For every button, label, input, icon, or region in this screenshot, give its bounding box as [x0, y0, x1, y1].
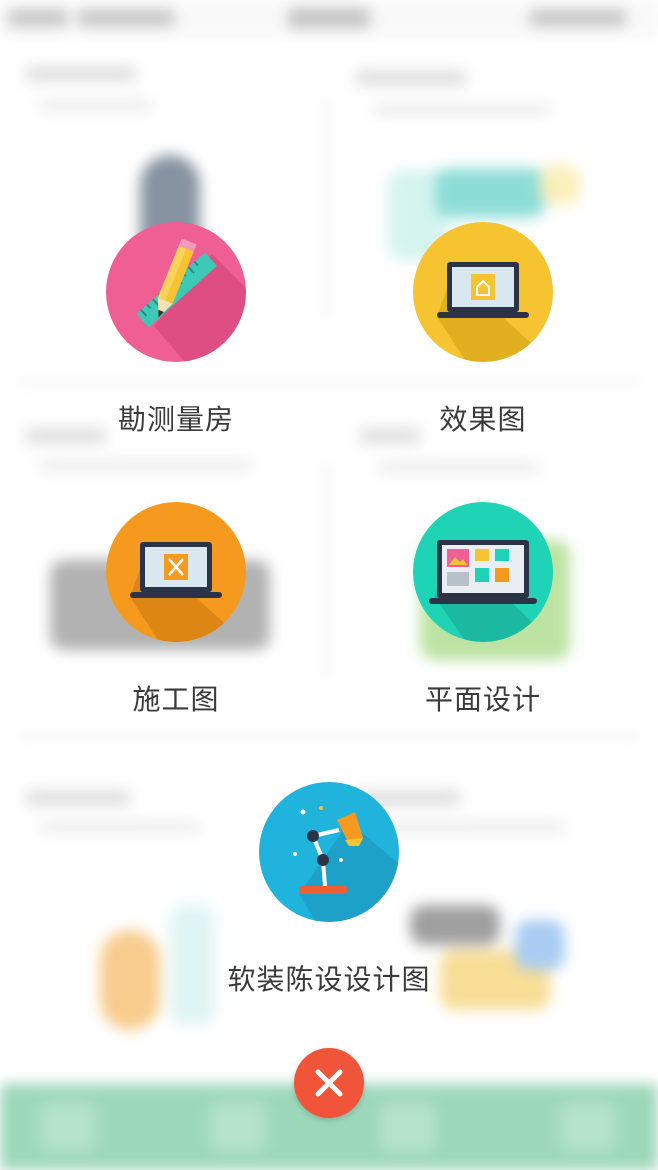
menu-item-construction[interactable]: 施工图 — [66, 502, 286, 718]
menu-item-label: 平面设计 — [424, 683, 541, 716]
close-icon — [315, 1069, 343, 1097]
desk-lamp-icon — [259, 782, 399, 922]
laptop-house-icon — [413, 222, 553, 362]
laptop-tools-icon — [106, 502, 246, 642]
menu-item-rendering[interactable]: 效果图 — [373, 222, 593, 438]
ruler-pencil-icon — [106, 222, 246, 362]
menu-item-floor-plan[interactable]: 平面设计 — [373, 502, 593, 718]
menu-item-label: 勘测量房 — [117, 403, 234, 436]
menu-item-label: 软装陈设设计图 — [227, 963, 431, 996]
menu-item-label: 施工图 — [132, 683, 220, 716]
close-button[interactable] — [294, 1048, 364, 1118]
menu-item-soft-decoration[interactable]: 软装陈设设计图 — [219, 782, 439, 998]
menu-item-survey[interactable]: 勘测量房 — [66, 222, 286, 438]
laptop-grid-icon — [413, 502, 553, 642]
menu-item-label: 效果图 — [439, 403, 527, 436]
